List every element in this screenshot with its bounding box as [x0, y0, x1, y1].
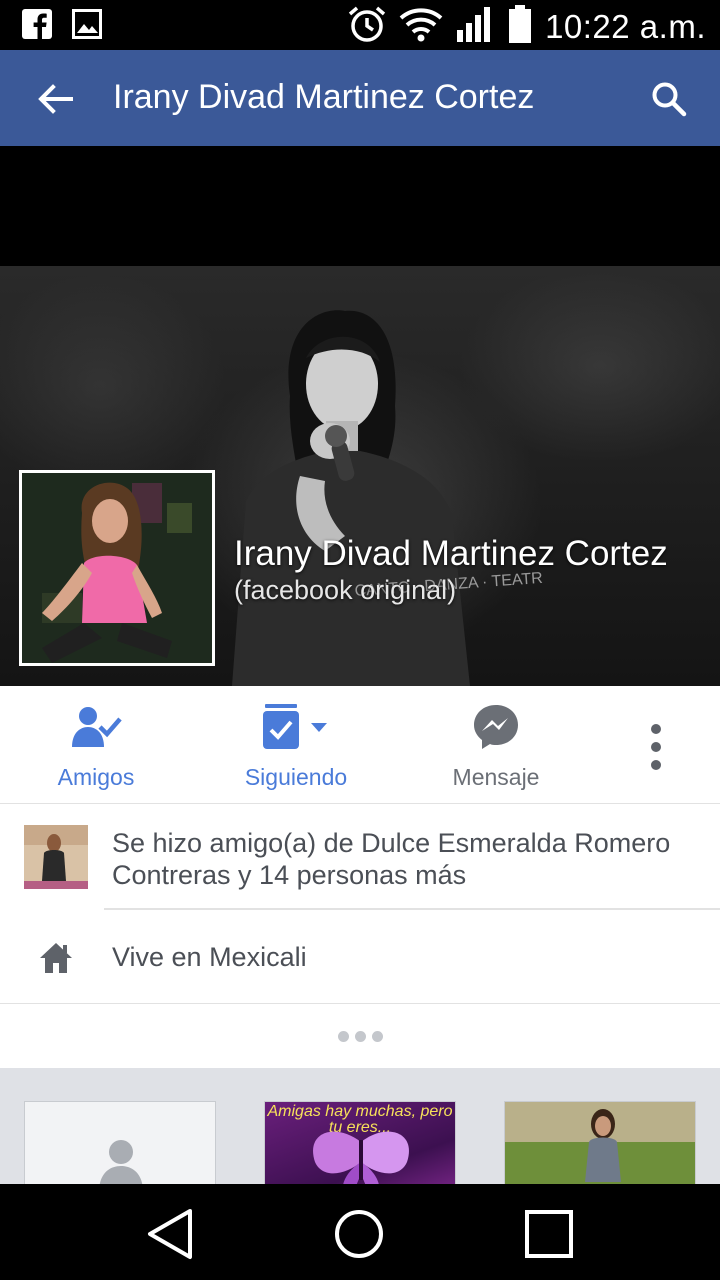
- lives-in-text: Vive en Mexicali: [112, 942, 307, 972]
- back-button[interactable]: [30, 76, 80, 122]
- square-recents-icon: [525, 1210, 573, 1258]
- arrow-back-icon: [38, 84, 73, 114]
- circle-home-icon: [335, 1210, 383, 1258]
- profile-photo-image: [22, 473, 212, 663]
- profile-actions-bar: Amigos Siguiendo Mensaje: [0, 686, 720, 804]
- nav-home-button[interactable]: [329, 1204, 389, 1264]
- signal-icon: [455, 4, 495, 49]
- status-bar: 10:22 a.m.: [0, 0, 720, 50]
- ellipsis-dot-icon: [371, 1031, 383, 1042]
- friends-button[interactable]: Amigos: [11, 702, 181, 792]
- status-time: 10:22 a.m.: [545, 7, 706, 45]
- friend-photo-image: [505, 1102, 695, 1184]
- profile-name: Irany Divad Martinez Cortez: [234, 534, 668, 573]
- nav-recents-button[interactable]: [519, 1204, 579, 1264]
- wifi-icon: [399, 4, 443, 49]
- friend-thumbnail: [24, 825, 88, 889]
- friend-tile[interactable]: Amigas hay muchas, pero tu eres...: [264, 1101, 456, 1184]
- home-icon: [40, 943, 72, 973]
- more-options-button[interactable]: [636, 724, 676, 770]
- friend-tile[interactable]: [504, 1101, 696, 1184]
- friend-check-icon: [72, 707, 122, 747]
- app-bar: Irany Divad Martinez Cortez: [0, 50, 720, 146]
- profile-content: Amigos Siguiendo Mensaje Se hizo amigo(a…: [0, 686, 720, 1068]
- friends-photo-strip: Amigas hay muchas, pero tu eres...: [0, 1068, 720, 1184]
- new-friends-row[interactable]: Se hizo amigo(a) de Dulce Esmeralda Rome…: [0, 805, 720, 908]
- triangle-back-icon: [148, 1209, 192, 1259]
- ellipsis-dot-icon: [354, 1031, 366, 1042]
- system-navigation-bar: [0, 1184, 720, 1280]
- alarm-icon: [347, 4, 387, 49]
- search-button[interactable]: [646, 76, 692, 122]
- image-notification-icon: [72, 9, 102, 44]
- following-button-label: Siguiendo: [244, 764, 348, 790]
- default-avatar-icon: [99, 1140, 143, 1184]
- lives-in-row: Vive en Mexicali: [0, 910, 720, 1004]
- facebook-notification-icon: [22, 9, 52, 44]
- messenger-icon: [474, 705, 518, 749]
- butterfly-image: [313, 1131, 409, 1184]
- profile-subtitle: (facebook original): [234, 575, 457, 605]
- search-icon: [652, 82, 687, 117]
- battery-icon: [507, 4, 533, 49]
- message-button-label: Mensaje: [452, 764, 540, 790]
- more-dot-icon: [651, 724, 661, 734]
- message-button[interactable]: Mensaje: [411, 702, 581, 792]
- profile-picture[interactable]: [19, 470, 215, 666]
- friend-tile[interactable]: [24, 1101, 216, 1184]
- cover-top-band: [0, 146, 720, 266]
- see-more-about-button[interactable]: [0, 1005, 720, 1068]
- ellipsis-dot-icon: [337, 1031, 349, 1042]
- following-button[interactable]: Siguiendo: [211, 702, 381, 792]
- more-dot-icon: [651, 760, 661, 770]
- page-title: Irany Divad Martinez Cortez: [113, 78, 535, 116]
- more-dot-icon: [651, 742, 661, 752]
- nav-back-button[interactable]: [140, 1204, 200, 1264]
- following-icon: [263, 704, 327, 749]
- new-friends-text: Se hizo amigo(a) de Dulce Esmeralda Rome…: [112, 828, 671, 890]
- friends-button-label: Amigos: [57, 764, 135, 790]
